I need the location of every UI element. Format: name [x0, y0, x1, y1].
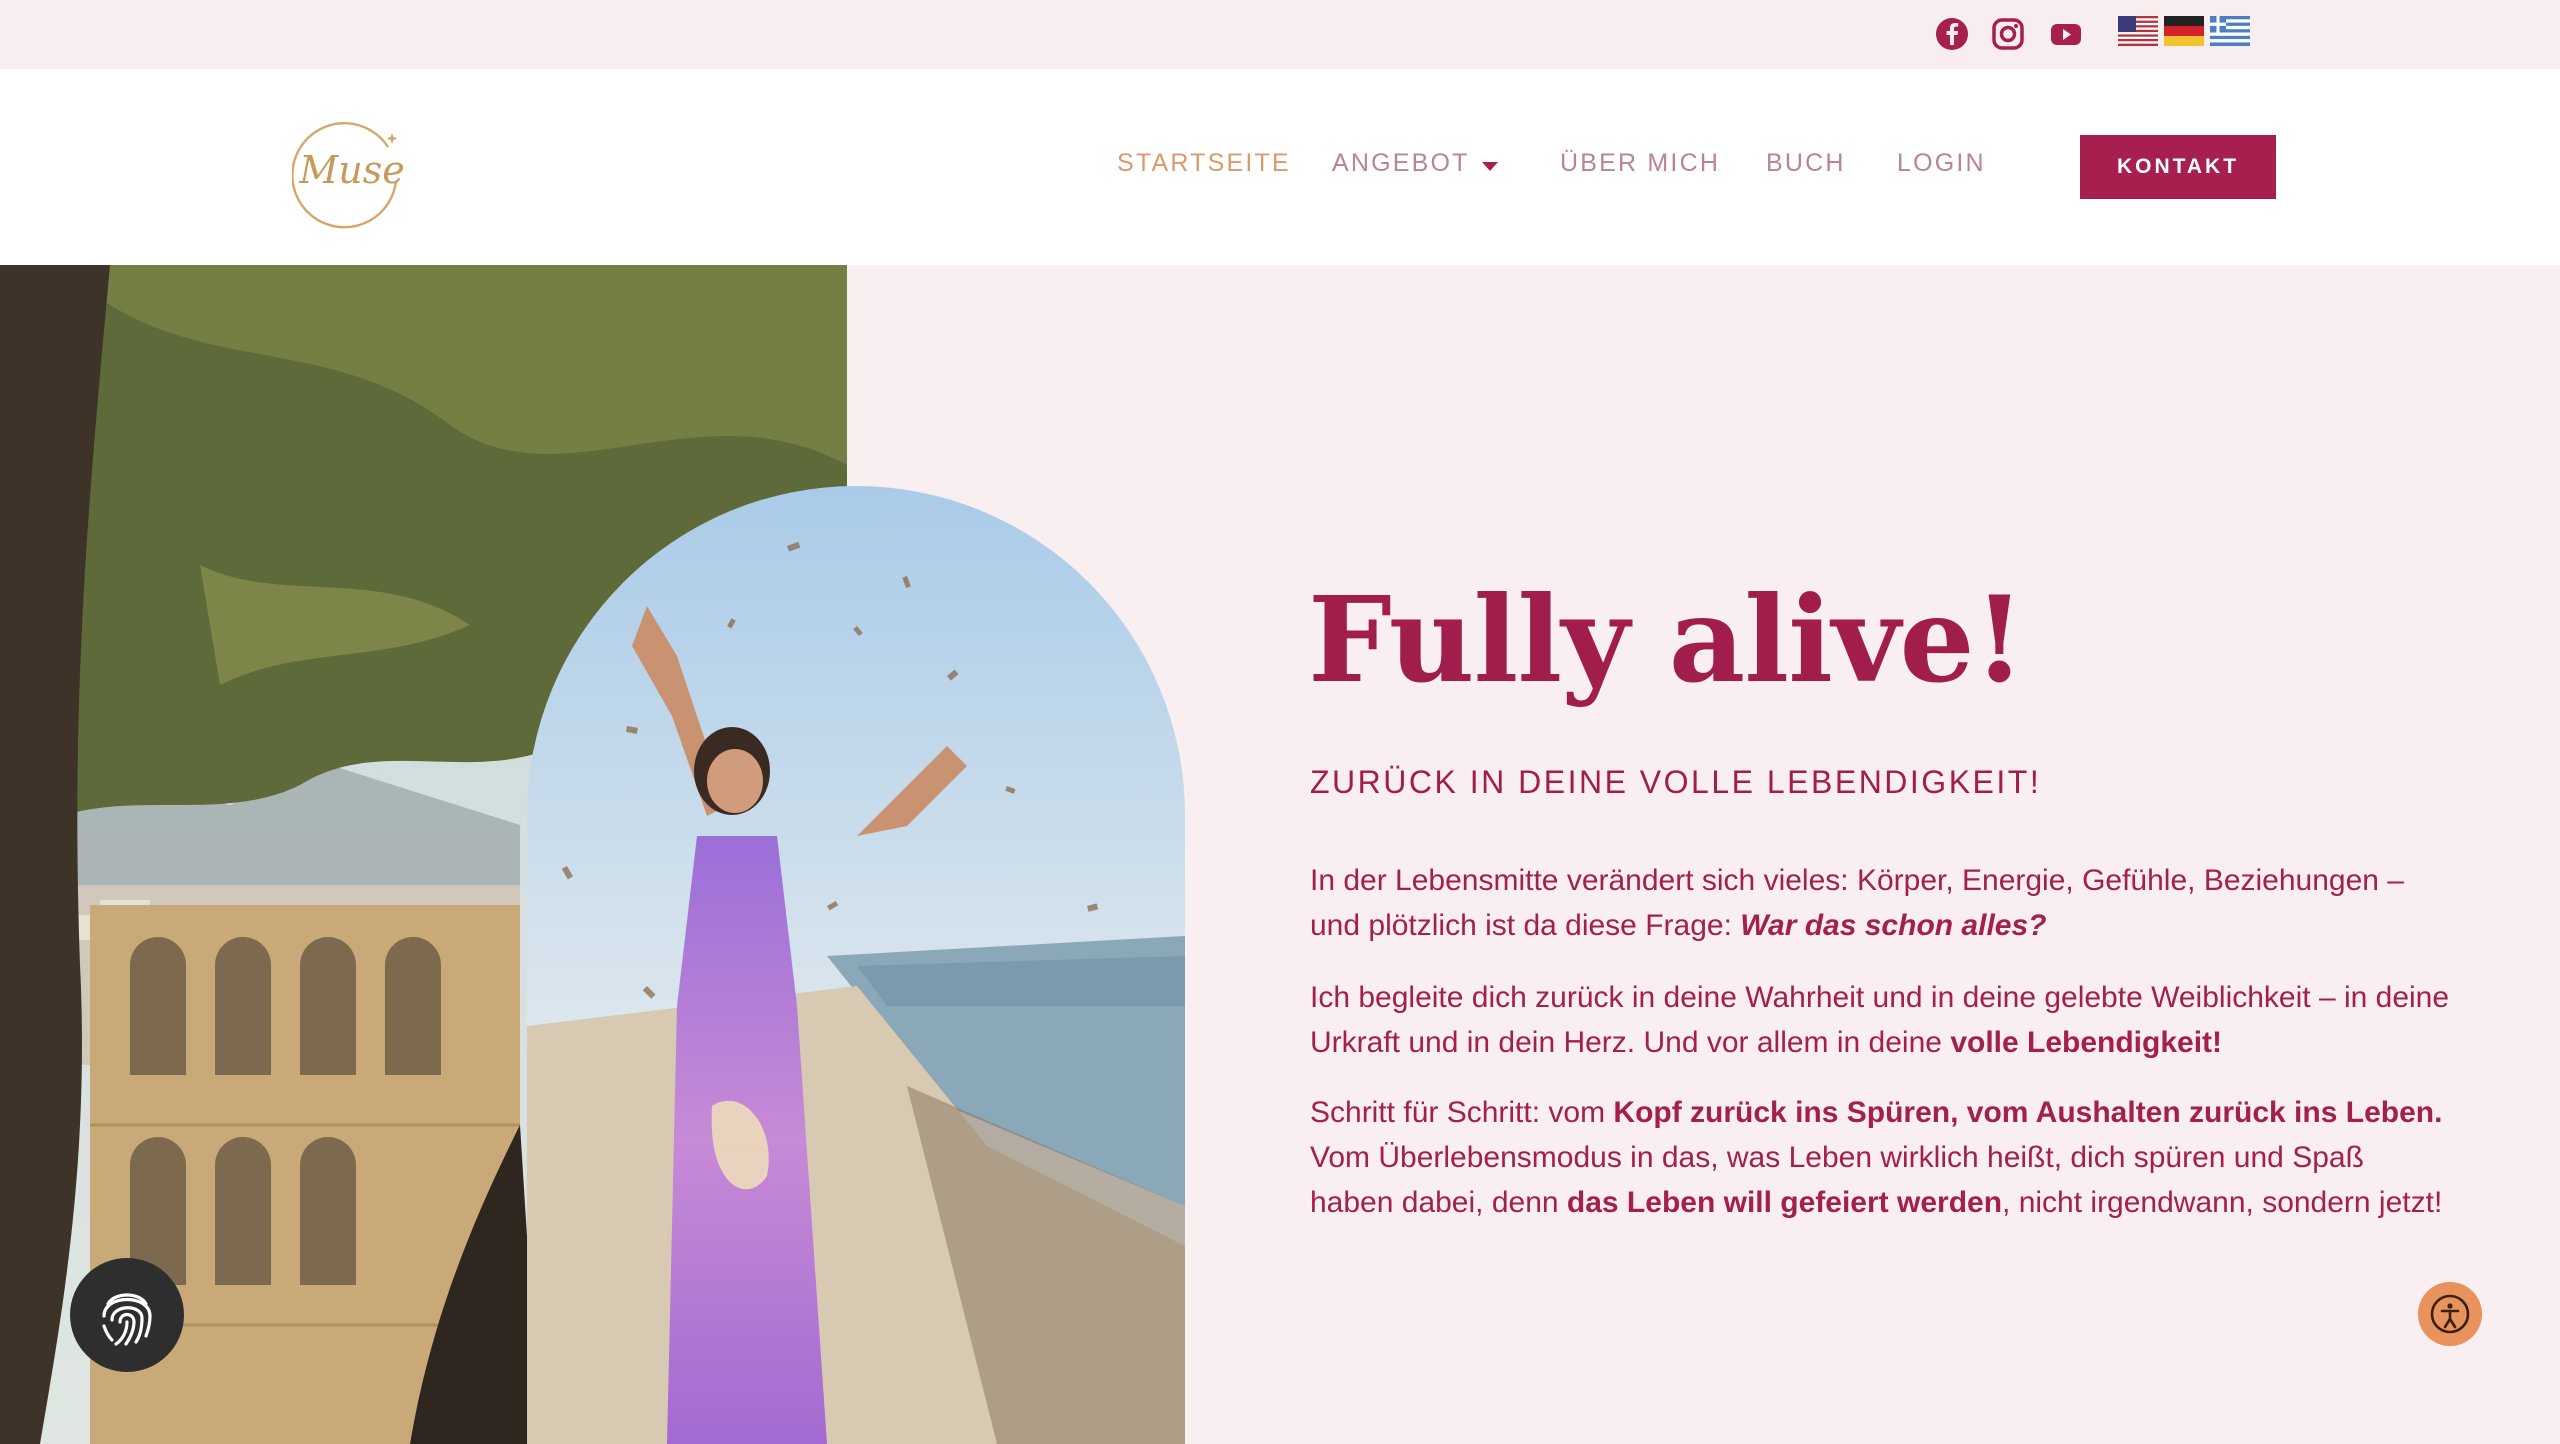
nav-ueber-mich[interactable]: ÜBER MICH — [1560, 149, 1720, 178]
site-header: Muse STARTSEITE ANGEBOT ÜBER MICH BUCH L… — [0, 69, 2560, 265]
youtube-icon[interactable] — [2048, 16, 2084, 52]
emphasis-text: volle Lebendigkeit! — [1950, 1026, 2223, 1059]
paragraph-text: , nicht irgendwann, sondern jetzt! — [2002, 1186, 2443, 1219]
hero-image-beach — [527, 486, 1185, 1444]
paragraph-text: Ich begleite dich zurück in deine Wahrhe… — [1310, 981, 2450, 1059]
accessibility-icon[interactable] — [2418, 1282, 2482, 1346]
nav-login[interactable]: LOGIN — [1897, 149, 1986, 178]
fingerprint-icon[interactable] — [70, 1258, 184, 1372]
facebook-icon[interactable] — [1934, 16, 1970, 52]
emphasis-text: Kopf zurück ins Spüren, vom Aushalten zu… — [1613, 1096, 2443, 1129]
chevron-down-icon[interactable] — [1482, 162, 1498, 171]
emphasis-text: das Leben will gefeiert werden — [1566, 1186, 2003, 1219]
kontakt-button[interactable]: KONTAKT — [2080, 135, 2276, 199]
hero-title: Fully alive! — [1308, 570, 2025, 709]
hero-paragraph-2: Ich begleite dich zurück in deine Wahrhe… — [1310, 975, 2450, 1065]
nav-startseite[interactable]: STARTSEITE — [1117, 149, 1291, 178]
paragraph-text: Schritt für Schritt: vom — [1310, 1096, 1614, 1129]
social-links — [1934, 14, 2084, 54]
nav-buch[interactable]: BUCH — [1766, 149, 1846, 178]
emphasis-text: War das schon alles? — [1740, 909, 2047, 942]
gr-flag-icon[interactable] — [2210, 16, 2250, 46]
de-flag-icon[interactable] — [2164, 16, 2204, 46]
us-flag-icon[interactable] — [2118, 16, 2158, 46]
instagram-icon[interactable] — [1990, 16, 2026, 52]
hero-paragraph-3: Schritt für Schritt: vom Kopf zurück ins… — [1310, 1090, 2450, 1225]
top-bar — [0, 0, 2560, 69]
nav-angebot[interactable]: ANGEBOT — [1332, 149, 1470, 178]
hero-paragraph-1: In der Lebensmitte verändert sich vieles… — [1310, 858, 2450, 948]
hero-subtitle: ZURÜCK IN DEINE VOLLE LEBENDIGKEIT! — [1310, 764, 2042, 800]
logo-text: Muse — [298, 148, 404, 192]
muse-logo[interactable]: Muse — [291, 109, 412, 229]
